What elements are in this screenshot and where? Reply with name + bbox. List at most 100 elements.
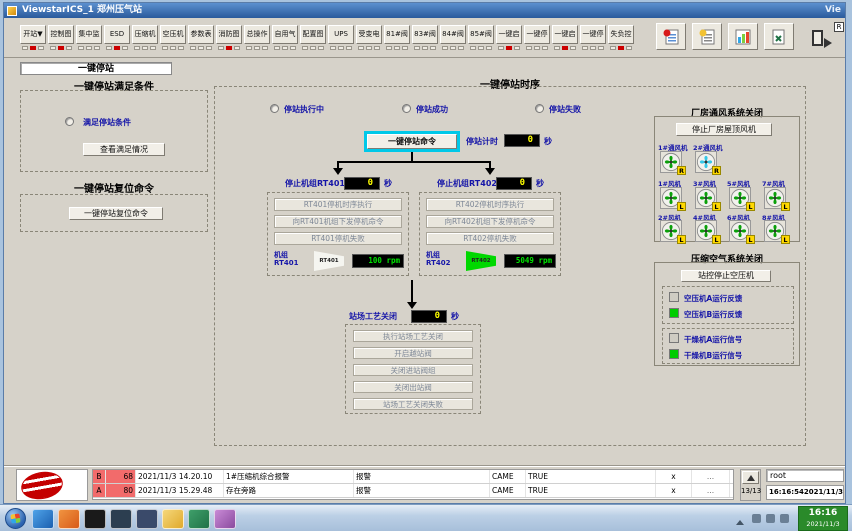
toolbar-button-onekey-start-station[interactable]: 一键启站 [496, 25, 522, 44]
alarm-time: 2021/11/3 14.20.10 [136, 470, 224, 483]
toolbar-button-label: 参数表 [191, 30, 212, 38]
ie-browser-icon[interactable] [32, 509, 54, 529]
paint-app-icon[interactable] [214, 509, 236, 529]
fan-mode-badge: L [746, 202, 755, 211]
toolbar-button-open-station[interactable]: 开站▼ [20, 25, 46, 44]
button-indicators [48, 46, 74, 50]
rt402-rpm-display: 5049 rpm [504, 254, 556, 268]
toolbar-button-valve-room-85[interactable]: 85#阀室 [468, 25, 494, 44]
toolbar-button-self-use-gas[interactable]: 自用气 [272, 25, 298, 44]
rt402-timer-unit: 秒 [536, 178, 544, 189]
alarm-value: TRUE [526, 470, 656, 483]
fan-6: L [729, 220, 751, 242]
tray-show-hidden-icon[interactable] [736, 516, 744, 525]
button-indicators [300, 46, 326, 50]
stop-failure-label: 停站失败 [549, 104, 581, 115]
view-conditions-button[interactable]: 查看满足情况 [83, 143, 165, 156]
alarm-message: 1#压缩机综合报警 [224, 470, 354, 483]
toolbar-button-onekey-stop-unit[interactable]: 一键停机 [580, 25, 606, 44]
fan-2: L [660, 220, 682, 242]
system-date: 2021/11/3 [804, 486, 843, 499]
tray-clock[interactable]: 16:16 2021/11/3 [798, 506, 848, 531]
start-button[interactable] [5, 508, 26, 529]
toolbar-button-onekey-stop-station[interactable]: 一键停站 [524, 25, 550, 44]
remote-app-icon[interactable] [136, 509, 158, 529]
alarm-row[interactable]: B 68 2021/11/3 14.20.10 1#压缩机综合报警 报警 CAM… [93, 470, 733, 484]
fan-7: L [764, 187, 786, 209]
onekey-stop-command-button[interactable]: 一键停站命令 [367, 134, 457, 149]
rt402-group-label: 机组RT402 [426, 251, 450, 267]
event-log-icon [698, 28, 716, 46]
company-logo [16, 469, 88, 501]
toolbar-button-label: 一键停站 [527, 30, 548, 44]
rt402-header: 停止机组RT402 [437, 178, 497, 189]
alarm-more[interactable]: ... [692, 470, 730, 483]
toolbar-button-label: 一键启机 [555, 30, 576, 44]
rt401-step-2: 向RT401机组下发停机命令 [274, 215, 402, 228]
button-indicators [20, 46, 46, 50]
alarm-page-up-button[interactable] [742, 471, 759, 484]
toolbar-button-substation[interactable]: 受变电 [356, 25, 382, 44]
button-indicators [244, 46, 270, 50]
stop-roof-fans-button[interactable]: 停止厂房屋顶风机 [676, 123, 772, 136]
stopping-in-progress-label: 停站执行中 [284, 104, 324, 115]
alarm-state: CAME [490, 470, 526, 483]
alarm-pager: 13/13 [740, 469, 761, 501]
toolbar-button-parameter-table[interactable]: 参数表 [188, 25, 214, 44]
report-export-button[interactable] [764, 23, 794, 50]
exit-arrow-icon [824, 38, 837, 48]
button-indicators [580, 46, 606, 50]
process-header: 站场工艺关闭 [349, 311, 397, 322]
folder-icon[interactable] [162, 509, 184, 529]
toolbar-button-label: 81#阀室 [386, 30, 408, 44]
toolbar-button-valve-room-83[interactable]: 83#阀室 [412, 25, 438, 44]
toolbar-button-label: 消防图 [219, 30, 240, 38]
reset-command-button[interactable]: 一键停站复位命令 [69, 207, 163, 220]
toolbar-button-load-loss-control[interactable]: 失负控制 [608, 25, 634, 44]
toolbar-button-config-diagram[interactable]: 配置图 [300, 25, 326, 44]
reset-section-title: 一键停站复位命令 [20, 180, 208, 195]
background-window-title: Vie [825, 3, 841, 18]
alarm-row[interactable]: A 80 2021/11/3 15.29.48 存在旁路 报警 CAME TRU… [93, 484, 733, 498]
excel-icon[interactable] [188, 509, 210, 529]
stop-air-compressor-button[interactable]: 站控停止空压机 [681, 270, 771, 282]
toolbar-button-ups[interactable]: UPS [328, 25, 354, 44]
fan-1: L [660, 187, 682, 209]
toolbar-button-air-compressor[interactable]: 空压机 [160, 25, 186, 44]
tray-network-icon[interactable] [752, 514, 761, 523]
button-indicators [356, 46, 382, 50]
dryer-a-label: 干燥机A运行信号 [684, 334, 742, 345]
desktop: ViewstarICS_1 郑州压气站 Vie 开站▼ 控制图 集中监控 ESD… [0, 0, 852, 531]
toolbar-button-onekey-start-unit[interactable]: 一键启机 [552, 25, 578, 44]
toolbar-button-valve-room-81[interactable]: 81#阀室 [384, 25, 410, 44]
toolbar-button-label: 85#阀室 [470, 30, 492, 44]
alarm-ack[interactable]: x [656, 470, 692, 483]
titlebar[interactable]: ViewstarICS_1 郑州压气站 Vie [4, 3, 845, 18]
toolbar-button-control-diagram[interactable]: 控制图 [48, 25, 74, 44]
tray-message-icon[interactable] [766, 514, 775, 523]
fan-mode-badge: L [781, 235, 790, 244]
terminal-icon[interactable] [84, 509, 106, 529]
exit-button[interactable]: R [810, 22, 844, 52]
toolbar-button-label: 自用气 [275, 30, 296, 38]
app-window-icon[interactable] [110, 509, 132, 529]
toolbar-button-fire-diagram[interactable]: 消防图 [216, 25, 242, 44]
fan-mode-badge: L [712, 202, 721, 211]
process-step-5: 站场工艺关闭失败 [353, 398, 473, 410]
button-indicators [608, 46, 634, 50]
tray-volume-icon[interactable] [780, 514, 789, 523]
alarm-more[interactable]: ... [692, 484, 730, 497]
alarm-ack[interactable]: x [656, 484, 692, 497]
toolbar-button-esd[interactable]: ESD [104, 25, 130, 44]
rt402-box: RT402停机时序执行 向RT402机组下发停机命令 RT402停机失败 机组R… [419, 192, 561, 276]
toolbar-button-valve-room-84[interactable]: 84#阀室 [440, 25, 466, 44]
trend-chart-button[interactable] [728, 23, 758, 50]
exit-door-icon [812, 30, 823, 46]
toolbar-button-label: 一键启站 [499, 30, 520, 44]
browser-app-icon[interactable] [58, 509, 80, 529]
toolbar-button-general-operation[interactable]: 总操作 [244, 25, 270, 44]
toolbar-button-compressor[interactable]: 压缩机 [132, 25, 158, 44]
event-log-button[interactable] [692, 23, 722, 50]
alarm-summary-button[interactable] [656, 23, 686, 50]
toolbar-button-central-monitor[interactable]: 集中监控 [76, 25, 102, 44]
